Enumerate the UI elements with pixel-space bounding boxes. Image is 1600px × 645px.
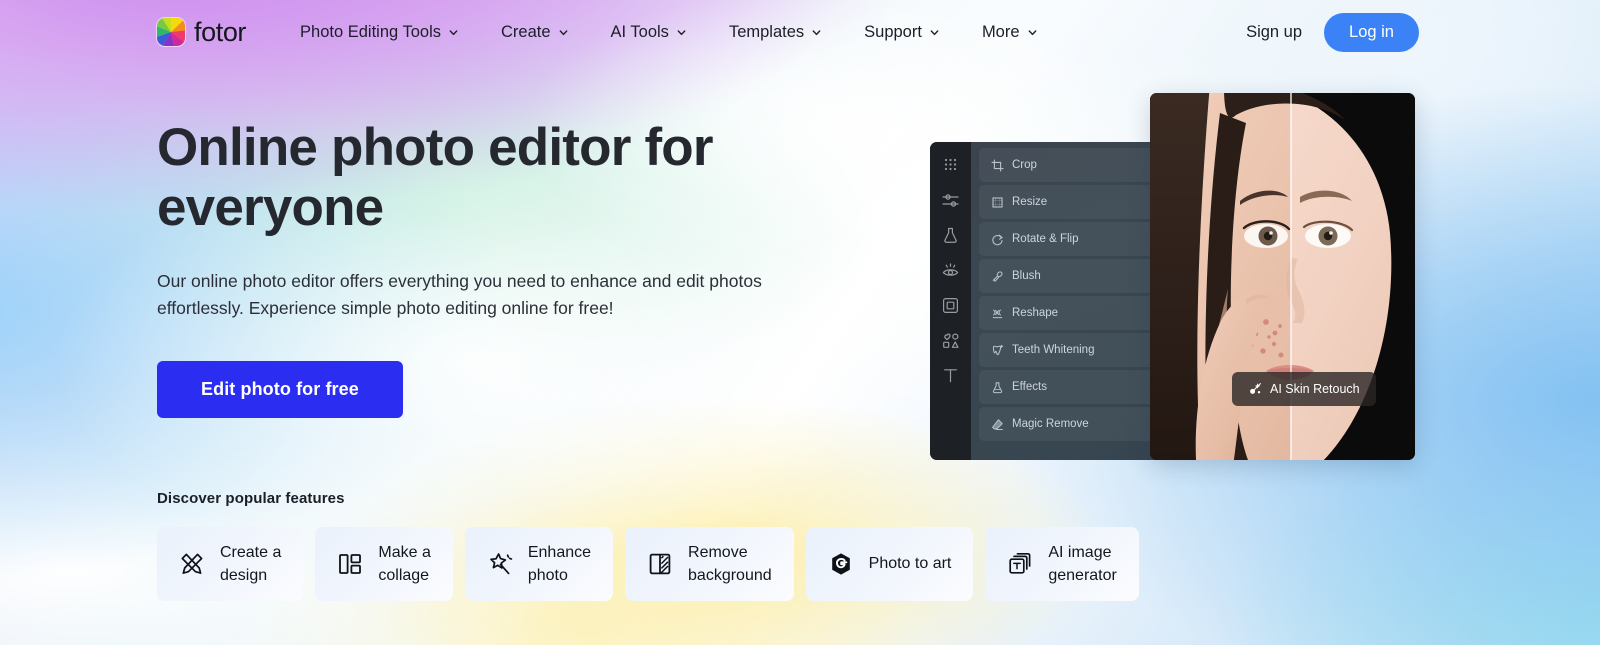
menu-item-label: Reshape <box>1012 307 1059 319</box>
hero-description: Our online photo editor offers everythin… <box>157 270 762 318</box>
nav-label: More <box>981 22 1020 41</box>
eye-icon[interactable] <box>941 261 960 280</box>
brand-name: fotor <box>194 16 247 47</box>
ai-skin-retouch-badge[interactable]: AI Skin Retouch <box>1232 372 1376 406</box>
blush-icon <box>991 270 1004 283</box>
nav-label: Photo Editing Tools <box>300 22 441 41</box>
brand-logo[interactable]: fotor <box>157 17 246 48</box>
resize-icon <box>991 196 1004 209</box>
teeth-icon <box>991 344 1004 357</box>
crop-icon <box>991 158 1004 172</box>
menu-item-label: Magic Remove <box>1012 418 1089 430</box>
ai-skin-retouch-label: AI Skin Retouch <box>1270 382 1360 396</box>
magic-sparkle-icon <box>487 551 513 577</box>
chevron-down-icon <box>558 27 569 38</box>
nav-item-templates[interactable]: Templates <box>708 17 843 48</box>
feature-card-enhance-photo[interactable]: Enhance photo <box>464 527 614 601</box>
menu-item-label: Rotate & Flip <box>1012 233 1079 245</box>
shapes-icon[interactable] <box>941 331 960 350</box>
fotor-landing-page: fotor Photo Editing Tools Create AI Tool… <box>0 0 1600 645</box>
sign-up-link[interactable]: Sign up <box>1246 23 1302 42</box>
grid-dots-icon[interactable] <box>941 156 960 175</box>
site-header: fotor Photo Editing Tools Create AI Tool… <box>0 0 1600 64</box>
chevron-down-icon <box>811 27 822 38</box>
nav-item-photo-editing-tools[interactable]: Photo Editing Tools <box>300 17 480 48</box>
nav-label: Support <box>864 22 922 41</box>
feature-card-label: Create a design <box>220 543 282 584</box>
remove-bg-icon <box>647 551 673 577</box>
header-actions: Sign up Log in <box>1246 12 1419 52</box>
adjust-sliders-icon[interactable] <box>941 191 960 210</box>
fotor-rainbow-pinwheel-logo-icon <box>157 18 185 46</box>
chevron-down-icon <box>676 27 687 38</box>
reshape-icon <box>991 307 1004 320</box>
hero-section: Online photo editor for everyone Our onl… <box>157 118 797 418</box>
frame-icon[interactable] <box>941 296 960 315</box>
feature-card-label: Make a collage <box>378 543 431 584</box>
feature-card-make-a-collage[interactable]: Make a collage <box>315 527 453 601</box>
nav-label: Create <box>501 22 551 41</box>
nav-item-more[interactable]: More <box>961 17 1059 48</box>
nav-item-ai-tools[interactable]: AI Tools <box>590 17 708 48</box>
feature-card-label: Remove background <box>688 543 772 584</box>
feature-card-remove-background[interactable]: Remove background <box>625 527 794 601</box>
nav-item-support[interactable]: Support <box>843 17 961 48</box>
effects-icon <box>991 381 1004 394</box>
page-title: Online photo editor for everyone <box>157 118 714 237</box>
magic-remove-icon <box>991 418 1004 431</box>
log-in-button[interactable]: Log in <box>1324 12 1419 52</box>
main-navigation: Photo Editing Tools Create AI Tools Temp… <box>300 17 1059 48</box>
feature-card-list: Create a design Make a collage Enhance p… <box>157 527 1139 601</box>
feature-card-create-a-design[interactable]: Create a design <box>157 527 304 601</box>
nav-label: AI Tools <box>610 22 669 41</box>
menu-item-label: Resize <box>1012 196 1048 208</box>
edit-photo-for-free-button[interactable]: Edit photo for free <box>157 361 403 418</box>
chevron-down-icon <box>929 27 940 38</box>
rotate-icon <box>991 233 1004 246</box>
pen-ruler-icon <box>179 551 205 577</box>
discover-features-title: Discover popular features <box>157 490 345 507</box>
menu-item-label: Effects <box>1012 381 1047 393</box>
feature-card-photo-to-art[interactable]: Photo to art <box>805 527 974 601</box>
feature-card-label: Photo to art <box>868 555 952 573</box>
feature-card-label: AI image generator <box>1048 543 1117 584</box>
beauty-flask-icon[interactable] <box>941 226 960 245</box>
menu-item-label: Teeth Whitening <box>1012 344 1095 356</box>
feature-card-ai-image-generator[interactable]: AI image generator <box>985 527 1139 601</box>
text-tool-icon[interactable] <box>941 366 960 385</box>
editor-toolbar-sidebar <box>930 142 971 460</box>
ai-image-stack-icon <box>1007 551 1033 577</box>
hexagon-art-icon <box>828 551 854 577</box>
chevron-down-icon <box>1027 27 1038 38</box>
sparkle-wand-icon <box>1248 382 1262 396</box>
chevron-down-icon <box>448 27 459 38</box>
editor-mockup: Crop Resize Rotate & Flip Blush Reshape … <box>930 93 1415 460</box>
feature-card-label: Enhance photo <box>527 543 592 584</box>
nav-item-create[interactable]: Create <box>480 17 590 48</box>
nav-label: Templates <box>728 22 805 41</box>
menu-item-label: Crop <box>1012 159 1037 171</box>
collage-grid-icon <box>337 551 363 577</box>
menu-item-label: Blush <box>1012 270 1041 282</box>
discover-features-section: Discover popular features Create a desig… <box>157 490 1139 601</box>
